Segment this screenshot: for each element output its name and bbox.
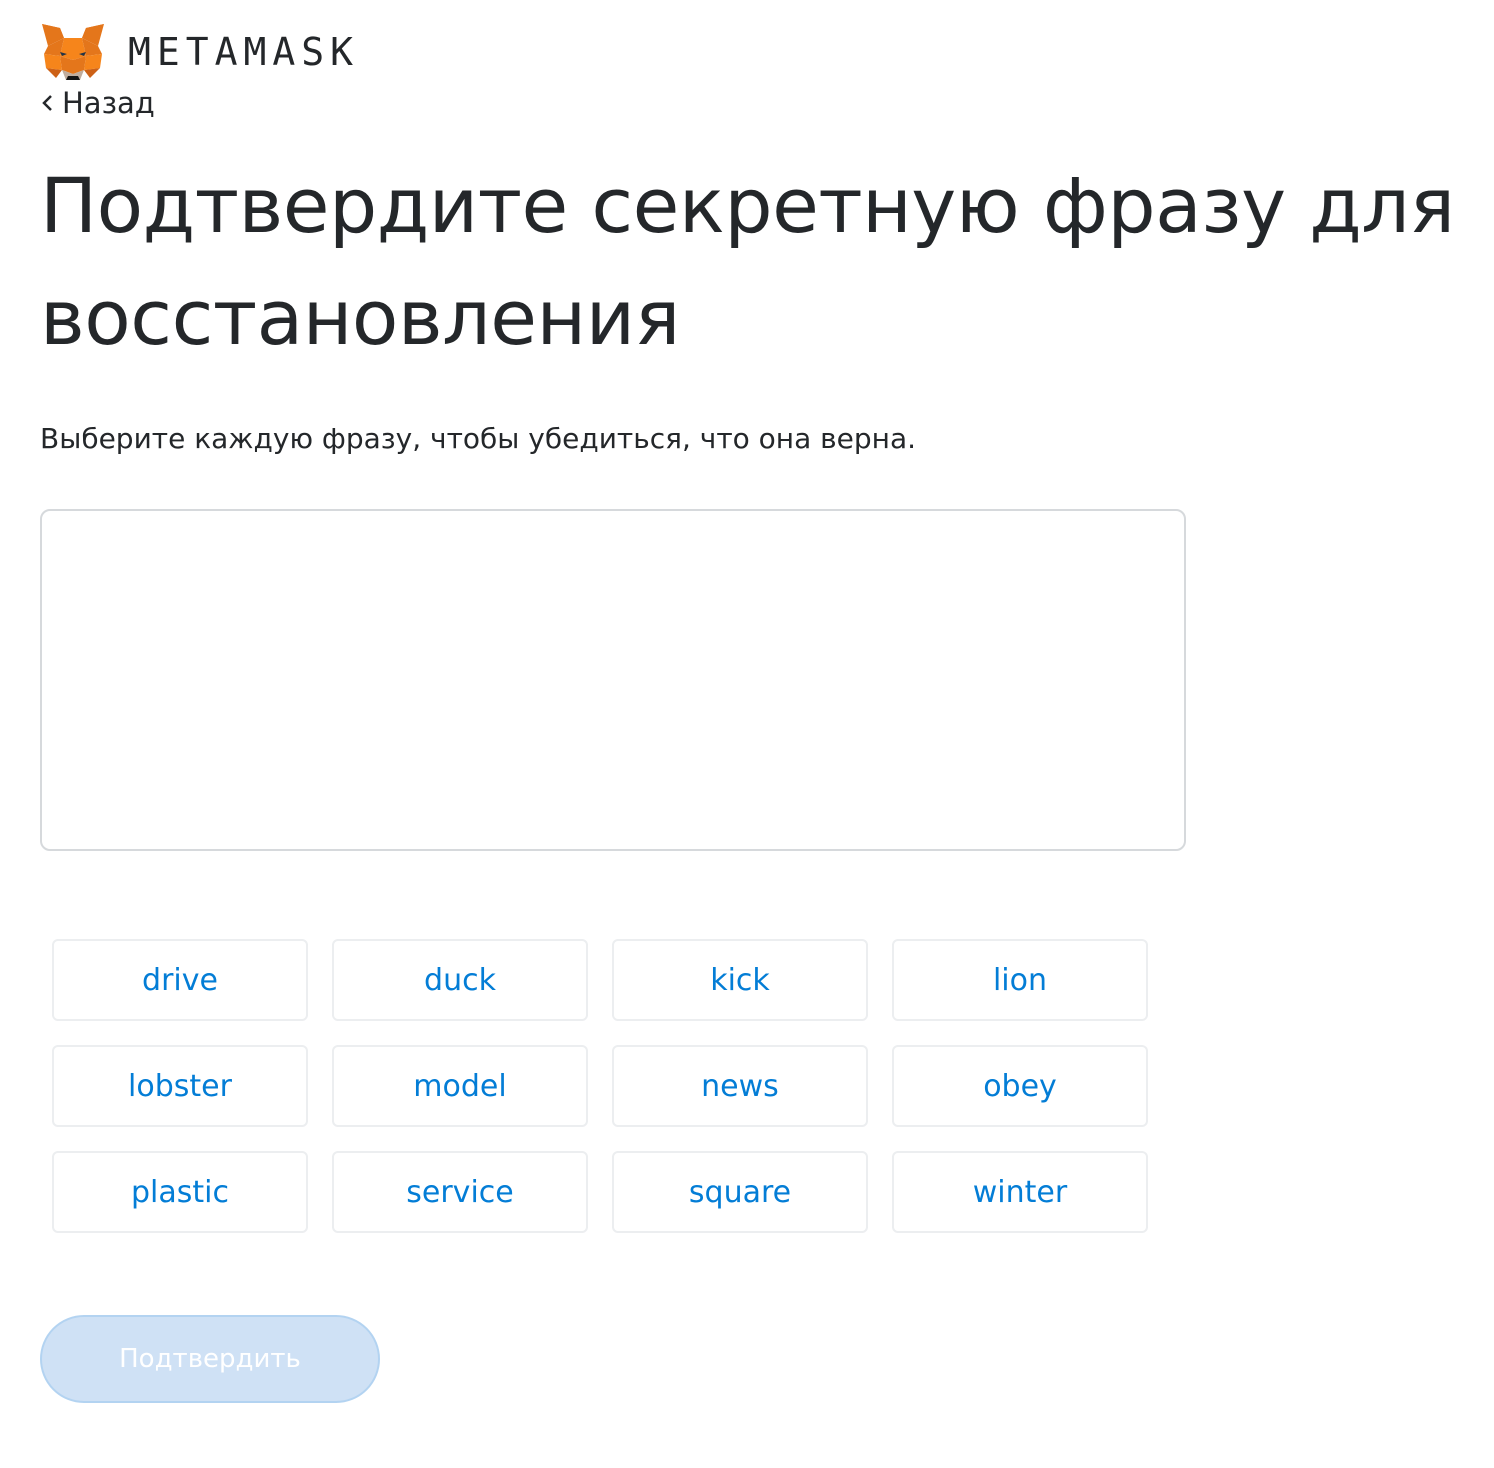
word-option[interactable]: obey — [892, 1045, 1148, 1127]
word-option[interactable]: square — [612, 1151, 868, 1233]
word-option[interactable]: plastic — [52, 1151, 308, 1233]
page-subtitle: Выберите каждую фразу, чтобы убедиться, … — [40, 422, 917, 455]
selected-phrase-area[interactable] — [40, 509, 1186, 851]
page-title: Подтвердите секретную фразу для восстано… — [40, 161, 1455, 362]
word-option[interactable]: news — [612, 1045, 868, 1127]
metamask-wordmark: METAMASK — [128, 30, 360, 74]
word-option[interactable]: model — [332, 1045, 588, 1127]
word-option[interactable]: service — [332, 1151, 588, 1233]
back-button[interactable]: Назад — [40, 86, 155, 120]
word-option[interactable]: lion — [892, 939, 1148, 1021]
word-option[interactable]: winter — [892, 1151, 1148, 1233]
word-option[interactable]: drive — [52, 939, 308, 1021]
word-option[interactable]: kick — [612, 939, 868, 1021]
page: METAMASK Назад Подтвердите секретную фра… — [0, 0, 1494, 1468]
confirm-button[interactable]: Подтвердить — [40, 1315, 380, 1403]
metamask-logo: METAMASK — [40, 22, 359, 82]
back-label: Назад — [62, 86, 155, 120]
word-option[interactable]: lobster — [52, 1045, 308, 1127]
word-options: drive duck kick lion lobster model news … — [52, 939, 1148, 1233]
chevron-left-icon — [42, 95, 52, 111]
metamask-fox-icon — [42, 24, 104, 80]
word-option[interactable]: duck — [332, 939, 588, 1021]
